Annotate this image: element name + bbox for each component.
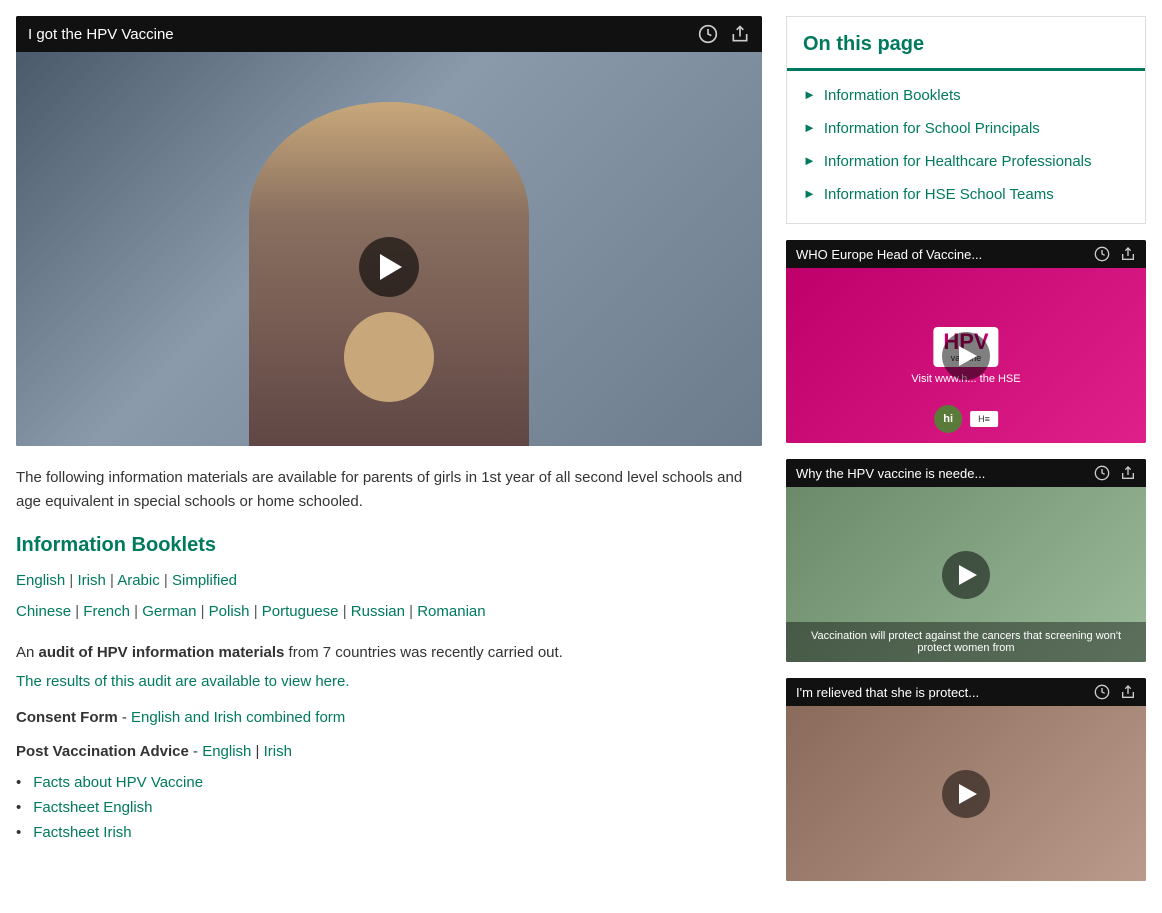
main-video-title: I got the HPV Vaccine <box>28 26 174 43</box>
sidebar-video2-title-bar: Why the HPV vaccine is neede... <box>786 459 1146 487</box>
main-video: I got the HPV Vaccine <box>16 16 762 446</box>
lang-link-romanian[interactable]: Romanian <box>417 603 485 620</box>
factsheet-irish-link[interactable]: Factsheet Irish <box>33 824 131 841</box>
sidebar-video1-play-button[interactable] <box>942 332 990 380</box>
lang-link-french[interactable]: French <box>83 603 130 620</box>
sidebar-video2-thumbnail: Vaccination will protect against the can… <box>786 487 1146 662</box>
lang-link-german[interactable]: German <box>142 603 196 620</box>
consent-form-dash: - <box>118 709 131 726</box>
lang-link-english[interactable]: English <box>16 572 65 589</box>
audit-text: An audit of HPV information materials fr… <box>16 641 762 665</box>
on-this-page-nav: On this page ► Information Booklets ► In… <box>786 16 1146 224</box>
bullet-list: Facts about HPV Vaccine Factsheet Englis… <box>16 774 762 841</box>
sidebar-video1-icons <box>1094 246 1136 262</box>
share-icon[interactable] <box>730 24 750 44</box>
share-icon[interactable] <box>1120 246 1136 262</box>
lang-link-portuguese[interactable]: Portuguese <box>262 603 339 620</box>
sep8: | <box>343 603 351 620</box>
sep7: | <box>254 603 262 620</box>
audit-pre: An <box>16 644 39 661</box>
post-vacc-sep: | <box>251 743 263 760</box>
nav-item-label: Information for Healthcare Professionals <box>824 151 1092 172</box>
facts-hpv-link[interactable]: Facts about HPV Vaccine <box>33 774 203 791</box>
language-links-row1: English | Irish | Arabic | Simplified <box>16 567 762 594</box>
language-links-row2: Chinese | French | German | Polish | Por… <box>16 598 762 625</box>
clock-icon[interactable] <box>698 24 718 44</box>
sidebar-video3-thumbnail <box>786 706 1146 881</box>
post-vaccination-line: Post Vaccination Advice - English | Iris… <box>16 740 762 764</box>
chevron-right-icon: ► <box>803 153 816 168</box>
audit-results-link[interactable]: The results of this audit are available … <box>16 673 762 690</box>
nav-item-label: Information for HSE School Teams <box>824 184 1054 205</box>
sidebar-video2-icons <box>1094 465 1136 481</box>
consent-form-line: Consent Form - English and Irish combine… <box>16 706 762 730</box>
sidebar-video2-caption: Vaccination will protect against the can… <box>786 622 1146 662</box>
sep6: | <box>201 603 209 620</box>
sidebar: On this page ► Information Booklets ► In… <box>786 16 1146 897</box>
share-icon[interactable] <box>1120 465 1136 481</box>
nav-item-principals[interactable]: ► Information for School Principals <box>787 112 1145 145</box>
list-item: Factsheet English <box>16 799 762 816</box>
main-video-icons <box>698 24 750 44</box>
sep3: | <box>164 572 172 589</box>
chevron-right-icon: ► <box>803 186 816 201</box>
main-video-title-bar: I got the HPV Vaccine <box>16 16 762 52</box>
sidebar-video3-title: I'm relieved that she is protect... <box>796 685 979 700</box>
info-booklets-heading: Information Booklets <box>16 534 762 557</box>
share-icon[interactable] <box>1120 684 1136 700</box>
nav-item-label: Information for School Principals <box>824 118 1040 139</box>
post-vacc-label: Post Vaccination Advice <box>16 743 189 760</box>
list-item: Facts about HPV Vaccine <box>16 774 762 791</box>
factsheet-english-link[interactable]: Factsheet English <box>33 799 152 816</box>
sidebar-video2-play-button[interactable] <box>942 551 990 599</box>
sidebar-video3-play-button[interactable] <box>942 770 990 818</box>
hse-logo-bar: hi H≡ <box>934 405 998 433</box>
nav-item-hse-teams[interactable]: ► Information for HSE School Teams <box>787 178 1145 211</box>
sep9: | <box>409 603 417 620</box>
main-video-play-button[interactable] <box>359 237 419 297</box>
consent-form-label: Consent Form <box>16 709 118 726</box>
nav-item-booklets[interactable]: ► Information Booklets <box>787 79 1145 112</box>
post-vacc-irish-link[interactable]: Irish <box>264 743 292 760</box>
lang-link-arabic[interactable]: Arabic <box>117 572 160 589</box>
lang-link-simplified[interactable]: Simplified <box>172 572 237 589</box>
clock-icon[interactable] <box>1094 246 1110 262</box>
sidebar-video2-title: Why the HPV vaccine is neede... <box>796 466 985 481</box>
chevron-right-icon: ► <box>803 120 816 135</box>
main-content: I got the HPV Vaccine <box>16 16 762 897</box>
clock-icon[interactable] <box>1094 684 1110 700</box>
sidebar-video-who: WHO Europe Head of Vaccine... <box>786 240 1146 443</box>
hse-badge: H≡ <box>970 411 998 427</box>
nav-item-healthcare[interactable]: ► Information for Healthcare Professiona… <box>787 145 1145 178</box>
sidebar-video3-title-bar: I'm relieved that she is protect... <box>786 678 1146 706</box>
audit-bold: audit of HPV information materials <box>39 644 285 661</box>
on-this-page-heading: On this page <box>787 17 1145 71</box>
sidebar-video1-title: WHO Europe Head of Vaccine... <box>796 247 982 262</box>
post-vacc-english-link[interactable]: English <box>202 743 251 760</box>
sidebar-video3-icons <box>1094 684 1136 700</box>
post-vacc-dash: - <box>189 743 202 760</box>
lang-link-russian[interactable]: Russian <box>351 603 405 620</box>
main-video-thumbnail <box>16 52 762 446</box>
lang-link-chinese[interactable]: Chinese <box>16 603 71 620</box>
clock-icon[interactable] <box>1094 465 1110 481</box>
list-item: Factsheet Irish <box>16 824 762 841</box>
lang-link-polish[interactable]: Polish <box>209 603 250 620</box>
hi-badge: hi <box>934 405 962 433</box>
nav-item-label: Information Booklets <box>824 85 961 106</box>
description-text: The following information materials are … <box>16 466 762 514</box>
sidebar-video1-title-bar: WHO Europe Head of Vaccine... <box>786 240 1146 268</box>
sidebar-video1-thumbnail: HPV vaccine Visit www.h... the HSE hi H≡ <box>786 268 1146 443</box>
audit-post: from 7 countries was recently carried ou… <box>284 644 562 661</box>
chevron-right-icon: ► <box>803 87 816 102</box>
lang-link-irish[interactable]: Irish <box>77 572 105 589</box>
sidebar-video-relieved: I'm relieved that she is protect... <box>786 678 1146 881</box>
sidebar-video-why: Why the HPV vaccine is neede... Vaccinat… <box>786 459 1146 662</box>
consent-form-link[interactable]: English and Irish combined form <box>131 709 345 726</box>
